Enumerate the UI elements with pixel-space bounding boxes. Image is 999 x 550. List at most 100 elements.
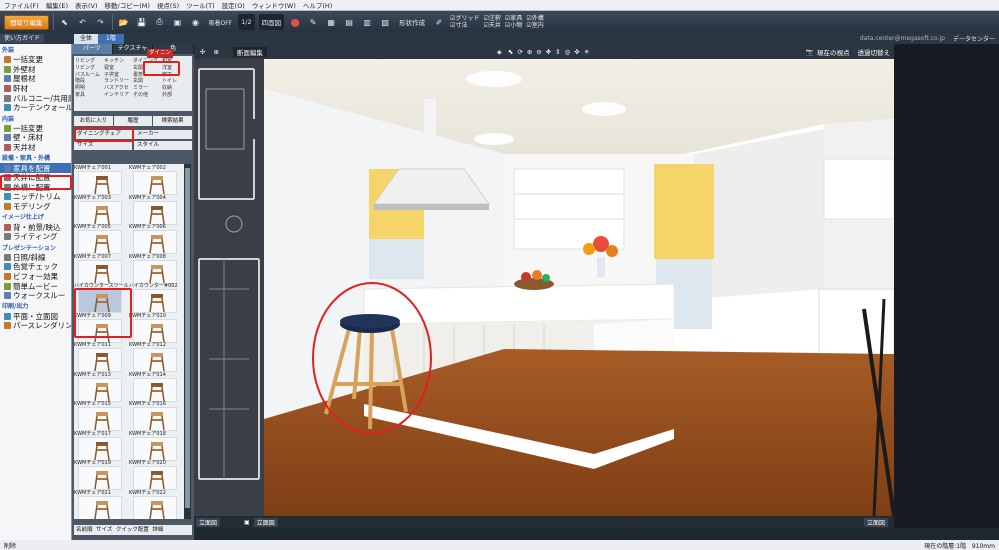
category-item[interactable]: 階段 (75, 77, 104, 84)
category-item[interactable]: 書斎 (133, 71, 162, 78)
menu-item-4[interactable]: 視点(S) (157, 0, 179, 10)
filter-style[interactable]: スタイル (134, 141, 192, 150)
parts-scrollbar[interactable] (184, 164, 191, 519)
brush-icon[interactable]: ✐ (432, 14, 446, 30)
tool-c-icon[interactable]: ▥ (360, 14, 374, 30)
transparency-toggle[interactable]: 透過切替え (858, 47, 891, 57)
tab-history[interactable]: 履歴 (113, 116, 153, 126)
category-item[interactable]: 子供室 (104, 71, 133, 78)
3d-viewport[interactable] (264, 59, 894, 516)
nav-item[interactable]: ウォークスルー (0, 291, 71, 301)
viewpoint-select[interactable]: 現在の視点 (817, 47, 850, 57)
plan-edit-label[interactable]: 断面編集 (232, 46, 267, 57)
light-icon[interactable]: ☀ (584, 48, 590, 56)
shape-create-button[interactable]: 形状作成 (396, 14, 428, 30)
parts-item[interactable]: KWMチェア018 (129, 430, 181, 462)
category-item[interactable]: リビング (75, 64, 104, 71)
nav-item[interactable]: 屋根材 (0, 74, 71, 84)
parts-item[interactable]: KWMチェア013 (74, 371, 126, 403)
section-icon[interactable]: ▣ (244, 519, 250, 526)
parts-item[interactable]: KWMチェア017 (74, 430, 126, 462)
parts-item[interactable]: KWMチェア012 (129, 341, 181, 373)
parts-item[interactable]: KWMチェア014 (129, 371, 181, 403)
category-item[interactable]: バスルーム (75, 71, 104, 78)
pointer-icon[interactable]: ⬉ (58, 14, 72, 30)
parts-item[interactable]: KWMチェア001 (74, 164, 126, 196)
parts-item[interactable]: KWMチェア015 (74, 400, 126, 432)
parts-item[interactable]: KWMチェア005 (74, 223, 126, 255)
nav-item[interactable]: 天井材 (0, 143, 71, 153)
parts-item[interactable]: KWMチェア006 (129, 223, 181, 255)
quick-place-toggle[interactable]: クイック配置 (116, 527, 149, 533)
tool-b-icon[interactable]: ▤ (342, 14, 356, 30)
display-option-0[interactable]: ☑グリッド (450, 15, 479, 22)
display-option-6[interactable]: ☑小物 (505, 22, 522, 29)
walk-icon[interactable]: ⇕ (555, 48, 560, 56)
menu-item-2[interactable]: 表示(V) (75, 0, 98, 10)
menu-item-5[interactable]: ツール(T) (186, 0, 215, 10)
tab-search-results[interactable]: 検索結果 (153, 116, 193, 126)
undo-icon[interactable]: ↶ (76, 14, 90, 30)
parts-item[interactable]: ハイカウンター#002 (129, 282, 181, 314)
parts-item[interactable]: KWMチェア009 (74, 312, 126, 344)
menu-item-3[interactable]: 移動/コピー(M) (105, 0, 150, 10)
category-item[interactable]: ランドリー (104, 77, 133, 84)
size-select[interactable]: サイズ (96, 527, 112, 533)
display-option-1[interactable]: ☑注釈 (484, 15, 501, 22)
plan-view[interactable] (194, 59, 264, 516)
color-icon[interactable]: ⬤ (288, 14, 302, 30)
parts-item[interactable]: KWMチェア008 (129, 253, 181, 285)
category-item[interactable]: その他 (133, 91, 162, 98)
tool-a-icon[interactable]: ▦ (324, 14, 338, 30)
camera-icon[interactable]: ◉ (189, 14, 203, 30)
zoom-in-icon[interactable]: ⊕ (527, 48, 532, 56)
category-item[interactable]: 寝室 (104, 64, 133, 71)
pan-icon[interactable]: ✥ (546, 48, 551, 56)
category-item[interactable]: 家具 (75, 91, 104, 98)
parts-item[interactable]: KWMチェア004 (129, 194, 181, 226)
save-icon[interactable]: 💾 (135, 14, 149, 30)
parts-item[interactable]: KWMチェア021 (74, 489, 126, 519)
category-item[interactable]: 照明 (75, 84, 104, 91)
parts-item[interactable]: KWMチェア007 (74, 253, 126, 285)
tool-d-icon[interactable]: ▧ (378, 14, 392, 30)
menu-item-0[interactable]: ファイル(F) (4, 0, 39, 10)
parts-item[interactable]: KWMチェア019 (74, 459, 126, 491)
parts-item[interactable]: KWMチェア002 (129, 164, 181, 196)
menu-item-1[interactable]: 編集(E) (46, 0, 68, 10)
select-icon[interactable]: ⬉ (508, 48, 513, 56)
category-item[interactable]: リビング (75, 57, 104, 64)
active-category[interactable]: ダイニング (147, 49, 173, 65)
grid-toggle[interactable]: 吸着OFF (207, 14, 235, 30)
category-item[interactable]: インテリア (104, 91, 133, 98)
bottom-view-c[interactable]: 立面図 (863, 517, 888, 527)
parts-item[interactable]: KWMチェア011 (74, 341, 126, 373)
category-item[interactable]: 廊下 (162, 71, 191, 78)
menu-item-8[interactable]: ヘルプ(H) (303, 0, 332, 10)
print-icon[interactable]: ⎙ (153, 14, 167, 30)
category-item[interactable]: 外部 (162, 91, 191, 98)
parts-item[interactable]: ハイカウンタースツール (74, 282, 129, 314)
orbit-icon[interactable]: ✜ (574, 48, 579, 56)
menu-item-7[interactable]: ウィンドウ(W) (252, 0, 296, 10)
nav-item[interactable]: モデリング (0, 202, 71, 212)
nav-item[interactable]: 外壁材 (0, 65, 71, 75)
bottom-view-a[interactable]: 立面図 (196, 517, 221, 527)
display-option-3[interactable]: ☑外構 (526, 15, 543, 22)
filter-type[interactable]: ダイニングチェア (74, 130, 132, 139)
parts-item[interactable]: KWMチェア010 (129, 312, 181, 344)
display-option-2[interactable]: ☑家具 (505, 15, 522, 22)
view-color-icon[interactable]: ◈ (497, 48, 502, 56)
display-option-7[interactable]: ☑室内 (526, 22, 543, 29)
measure-icon[interactable]: ✎ (306, 14, 320, 30)
bottom-view-b[interactable]: 立面図 (253, 517, 278, 527)
data-center-button[interactable]: データセンター (953, 34, 995, 43)
category-item[interactable]: キッチン (104, 57, 133, 64)
category-item[interactable]: ミラー (133, 84, 162, 91)
category-item[interactable]: トイレ (162, 77, 191, 84)
redo-icon[interactable]: ↷ (94, 14, 108, 30)
view-mode-select[interactable]: 四面図 (258, 14, 285, 30)
nav-item[interactable]: カーテンウォール (0, 103, 71, 113)
filter-maker[interactable]: メーカー (134, 130, 192, 139)
fit-icon[interactable]: ◎ (565, 48, 571, 56)
